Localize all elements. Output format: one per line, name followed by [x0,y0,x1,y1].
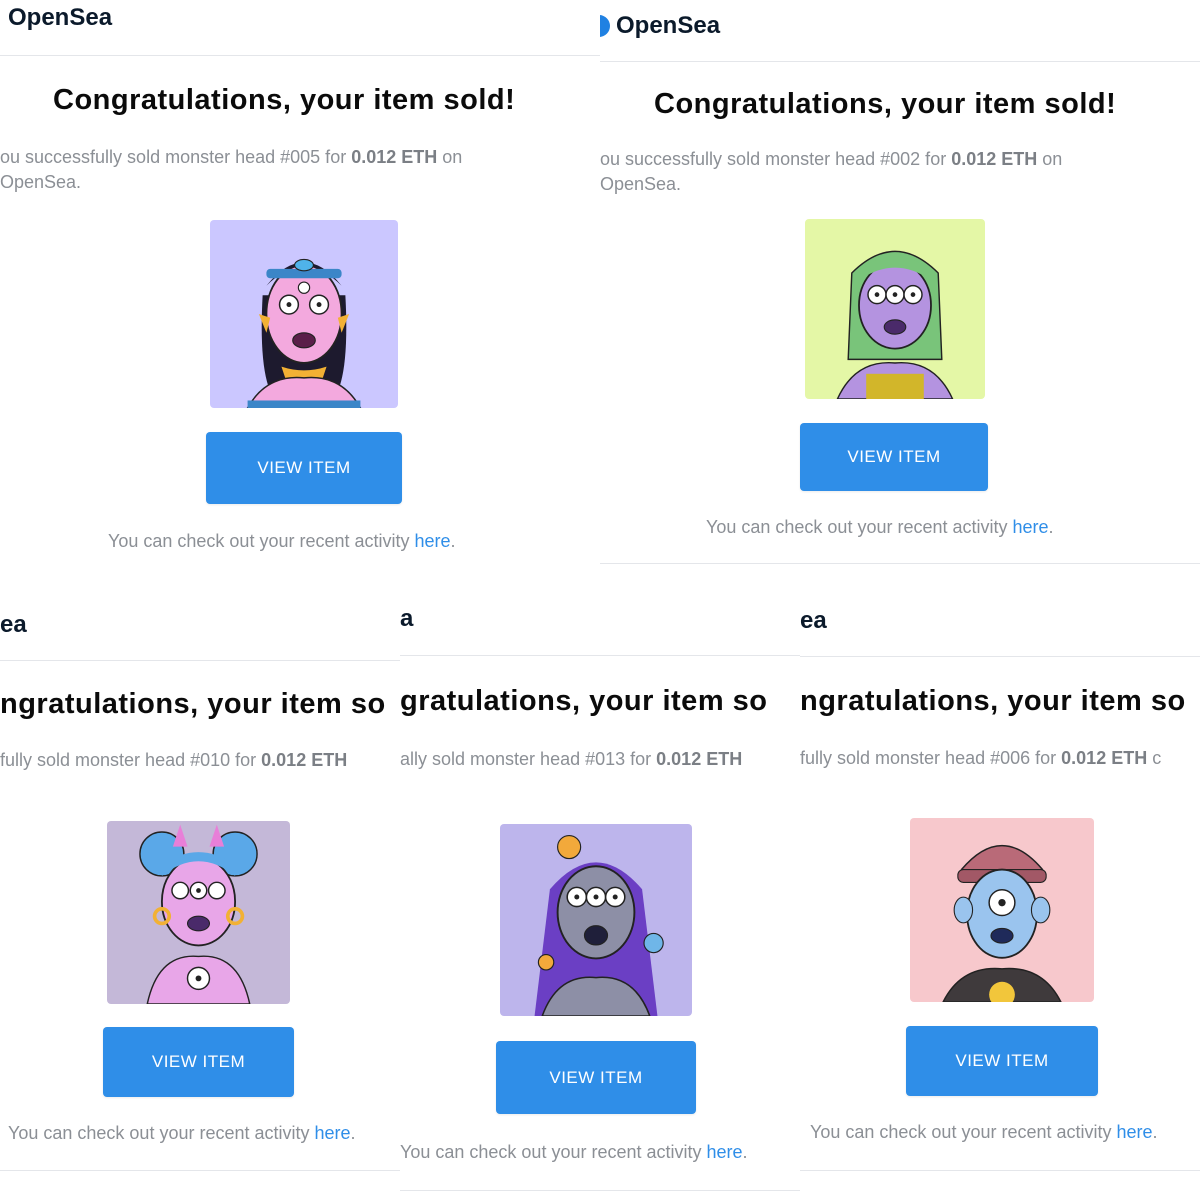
header-divider [0,660,400,661]
opensea-logo[interactable]: OpenSea [600,12,720,40]
nft-thumbnail[interactable] [500,824,692,1016]
footer-message: You can check out your recent activity h… [8,1123,356,1143]
view-item-button[interactable]: VIEW ITEM [906,1026,1098,1096]
activity-link[interactable]: here [1117,1122,1153,1142]
email-panel-1: OpenSea Congratulations, your item sold!… [0,0,600,580]
opensea-logo-text: OpenSea [616,12,721,39]
nft-thumbnail[interactable] [210,220,398,408]
view-item-button[interactable]: VIEW ITEM [206,432,402,504]
email-panel-2: OpenSea Congratulations, your item sold!… [600,0,1200,580]
activity-link[interactable]: here [1013,517,1049,537]
activity-link[interactable]: here [707,1142,743,1162]
nft-thumbnail[interactable] [107,821,290,1004]
sale-price: 0.012 ETH [951,149,1038,169]
footer-message: You can check out your recent activity h… [108,531,456,551]
email-title: ngratulations, your item so [800,685,1186,717]
sale-price: 0.012 ETH [261,750,348,770]
nft-thumbnail[interactable] [805,219,985,399]
sale-price: 0.012 ETH [1061,748,1148,768]
email-title: ngratulations, your item so [0,688,386,720]
header-divider [0,55,600,56]
email-title: Congratulations, your item sold! [654,88,1117,120]
opensea-logo[interactable]: ea [0,611,27,639]
monster-head-nft-icon [500,824,692,1016]
opensea-logo[interactable]: OpenSea [8,4,112,32]
sale-price: 0.012 ETH [656,749,743,769]
footer-divider [600,563,1200,564]
email-panel-5: ea ngratulations, your item so fully sol… [800,580,1200,1200]
header-divider [600,61,1200,62]
opensea-logo[interactable]: a [400,605,413,633]
header-divider [400,655,800,656]
monster-head-nft-icon [910,818,1094,1002]
header-divider [800,656,1200,657]
nft-thumbnail[interactable] [910,818,1094,1002]
view-item-button[interactable]: VIEW ITEM [103,1027,294,1097]
email-panel-4: a gratulations, your item so ally sold m… [400,580,800,1200]
footer-divider [800,1170,1200,1171]
sale-message: ou successfully sold monster head #002 f… [600,149,1063,194]
activity-link[interactable]: here [415,531,451,551]
monster-head-nft-icon [210,220,398,408]
opensea-logo-text: a [400,605,414,632]
footer-message: You can check out your recent activity h… [706,517,1054,537]
sale-price: 0.012 ETH [351,147,438,167]
email-title: Congratulations, your item sold! [53,84,516,116]
activity-link[interactable]: here [315,1123,351,1143]
opensea-logo-text: OpenSea [8,4,113,31]
footer-message: You can check out your recent activity h… [810,1122,1158,1142]
footer-divider [400,1190,800,1191]
opensea-logo-icon [600,15,610,37]
sale-message: fully sold monster head #006 for 0.012 E… [800,748,1162,768]
view-item-button[interactable]: VIEW ITEM [800,423,988,491]
opensea-logo[interactable]: ea [800,607,827,635]
sale-message: ally sold monster head #013 for 0.012 ET… [400,749,743,769]
view-item-button[interactable]: VIEW ITEM [496,1041,696,1114]
footer-divider [0,1170,400,1171]
footer-message: You can check out your recent activity h… [400,1142,748,1162]
opensea-logo-text: ea [800,607,827,634]
sale-message: ou successfully sold monster head #005 f… [0,147,463,192]
sale-message: fully sold monster head #010 for 0.012 E… [0,750,348,770]
monster-head-nft-icon [107,821,290,1004]
opensea-logo-text: ea [0,611,27,638]
email-panel-3: ea ngratulations, your item so fully sol… [0,580,400,1200]
email-title: gratulations, your item so [400,685,768,717]
monster-head-nft-icon [805,219,985,399]
